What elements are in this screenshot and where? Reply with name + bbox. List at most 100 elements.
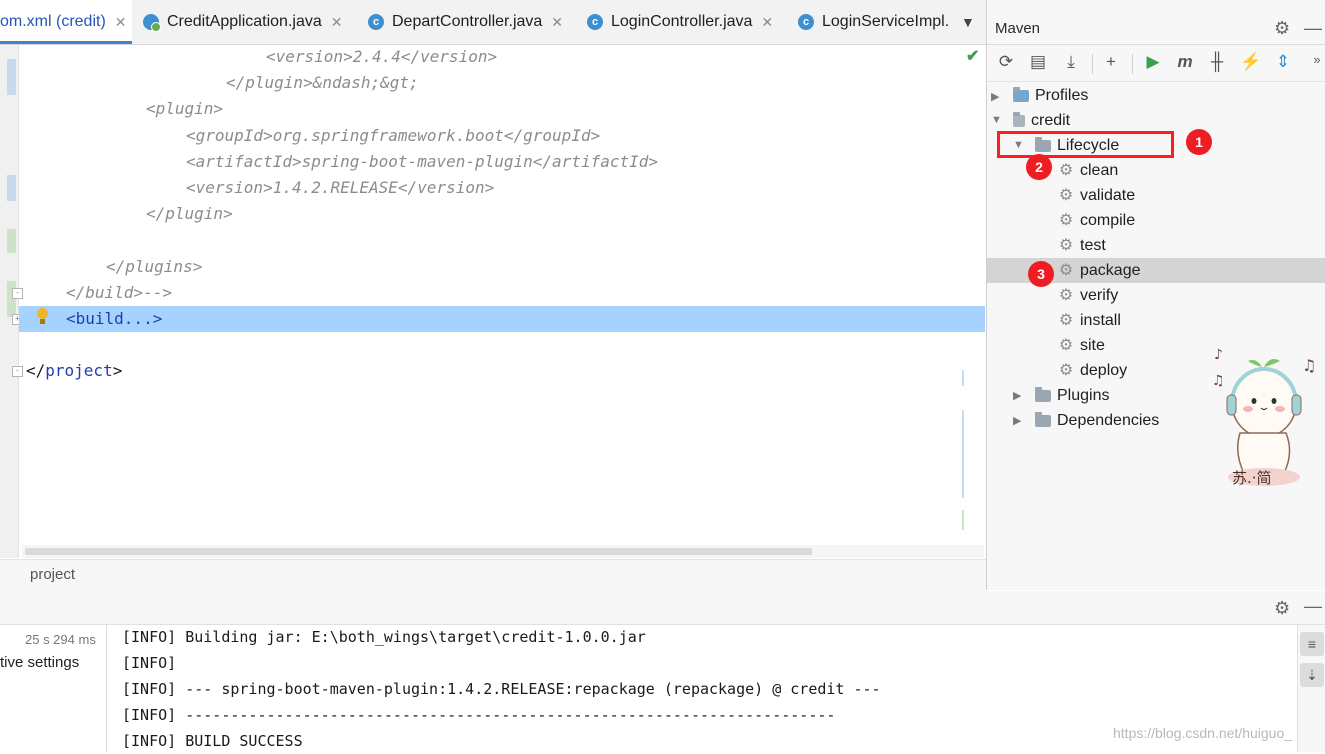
soft-wrap-icon[interactable]: ≡ [1300, 632, 1324, 656]
gear-icon: ⚙ [1058, 337, 1074, 354]
build-duration: 25 s 294 ms [25, 632, 96, 647]
console-line: [INFO] BUILD SUCCESS [122, 732, 303, 750]
sticker-image: ♪ ♫ ♫ 苏.·简 [1210, 345, 1325, 495]
lifecycle-phase-verify[interactable]: ⚙ verify [1058, 283, 1118, 308]
lifecycle-phase-test[interactable]: ⚙ test [1058, 233, 1106, 258]
scroll-marker [962, 370, 964, 386]
lifecycle-phase-package[interactable]: ⚙ package [1058, 258, 1141, 283]
more-actions-icon[interactable]: » [1306, 52, 1325, 67]
minimize-icon[interactable]: — [1304, 596, 1322, 617]
close-icon[interactable]: ✕ [331, 14, 343, 31]
run-icon[interactable]: ▶ [1142, 52, 1164, 72]
collapse-arrow-icon[interactable]: ▼ [991, 114, 1002, 126]
phase-label: site [1080, 337, 1105, 354]
skip-tests-icon[interactable]: ⚡ [1240, 52, 1262, 72]
phase-label: validate [1080, 187, 1136, 204]
svg-text:♫: ♫ [1212, 373, 1225, 389]
lifecycle-phase-clean[interactable]: ⚙ clean [1058, 158, 1118, 183]
vcs-change-marker [7, 175, 16, 201]
add-icon[interactable]: + [1100, 52, 1122, 72]
gear-icon: ⚙ [1058, 212, 1074, 229]
close-icon[interactable]: ✕ [115, 14, 127, 31]
tab-login-service-impl[interactable]: c LoginServiceImpl. [798, 0, 958, 44]
tab-credit-application[interactable]: CreditApplication.java ✕ [143, 0, 353, 44]
watermark-text: https://blog.csdn.net/huiguo_ [1113, 725, 1293, 741]
profiles-icon [1013, 86, 1029, 102]
dependencies-folder-icon [1035, 411, 1051, 427]
console-line: [INFO] Building jar: E:\both_wings\targe… [122, 628, 646, 646]
editor-tab-bar: om.xml (credit) ✕ CreditApplication.java… [0, 0, 986, 45]
lifecycle-phase-deploy[interactable]: ⚙ deploy [1058, 358, 1127, 383]
annotation-highlight-box [997, 131, 1174, 158]
code-line: <groupId>org.springframework.boot</group… [186, 126, 601, 145]
toggle-offline-icon[interactable]: ╫ [1206, 52, 1228, 72]
vcs-change-marker [7, 281, 16, 317]
expand-arrow-icon[interactable]: ▶ [1013, 414, 1021, 427]
gear-icon: ⚙ [1058, 162, 1074, 179]
chevron-down-icon[interactable]: ▼ [961, 14, 975, 30]
close-icon[interactable]: ✕ [761, 14, 773, 31]
svg-text:♫: ♫ [1302, 356, 1316, 375]
tab-depart-controller[interactable]: c DepartController.java ✕ [368, 0, 573, 44]
gear-icon[interactable]: ⚙ [1274, 18, 1290, 39]
code-line: </plugin> [146, 204, 233, 223]
scroll-marker [962, 410, 964, 498]
tree-item-dependencies[interactable]: Dependencies [1035, 408, 1159, 433]
lifecycle-phase-compile[interactable]: ⚙ compile [1058, 208, 1135, 233]
reload-icon[interactable]: ⟳ [995, 52, 1017, 72]
lifecycle-phase-install[interactable]: ⚙ install [1058, 308, 1121, 333]
maven-goal-icon[interactable]: m [1174, 52, 1196, 72]
lightbulb-base [40, 319, 45, 324]
class-c-icon: c [798, 14, 814, 30]
gear-icon[interactable]: ⚙ [1274, 598, 1290, 619]
class-c-icon: c [368, 14, 384, 30]
inspection-ok-icon[interactable]: ✔ [966, 46, 979, 66]
console-line: [INFO] [122, 654, 177, 672]
download-icon[interactable]: ⤓ [1060, 52, 1082, 72]
tab-label: DepartController.java [392, 13, 543, 30]
collapse-all-icon[interactable]: ⇕ [1272, 52, 1294, 72]
tab-pom-xml[interactable]: om.xml (credit) ✕ [0, 0, 132, 44]
tree-item-credit[interactable]: credit [1013, 108, 1070, 133]
minimize-icon[interactable]: — [1304, 18, 1322, 39]
code-line: </project> [26, 361, 123, 380]
phase-label: deploy [1080, 362, 1128, 379]
breadcrumb[interactable]: project [30, 566, 75, 583]
gear-icon: ⚙ [1058, 237, 1074, 254]
expand-arrow-icon[interactable]: ▶ [1013, 389, 1021, 402]
fold-end-icon[interactable]: - [12, 288, 23, 299]
tab-label: om.xml (credit) [0, 13, 106, 30]
expand-arrow-icon[interactable]: ▶ [991, 90, 999, 103]
lightbulb-icon[interactable] [37, 308, 48, 319]
scroll-to-end-icon[interactable]: ⇣ [1300, 663, 1324, 687]
close-icon[interactable]: ✕ [551, 14, 563, 31]
tree-label: Plugins [1057, 387, 1110, 404]
maven-project-icon [1013, 111, 1025, 127]
fold-end-icon[interactable]: - [12, 366, 23, 377]
code-line: </plugin>&ndash;&gt; [226, 73, 419, 92]
tree-label: Dependencies [1057, 412, 1160, 429]
gear-icon: ⚙ [1058, 187, 1074, 204]
gear-icon: ⚙ [1058, 287, 1074, 304]
maven-title: Maven [995, 20, 1041, 37]
tree-item-profiles[interactable]: Profiles [1013, 83, 1088, 108]
svg-text:♪: ♪ [1214, 347, 1223, 363]
run-settings-item[interactable]: tive settings [0, 654, 79, 671]
class-c-icon: c [587, 14, 603, 30]
gear-icon: ⚙ [1058, 362, 1074, 379]
folder-reload-icon[interactable]: ▤ [1027, 52, 1049, 72]
gear-icon: ⚙ [1058, 262, 1074, 279]
plugins-folder-icon [1035, 386, 1051, 402]
lifecycle-phase-site[interactable]: ⚙ site [1058, 333, 1105, 358]
gear-icon: ⚙ [1058, 312, 1074, 329]
horizontal-scrollbar[interactable] [25, 548, 812, 555]
code-line: <version>1.4.2.RELEASE</version> [186, 178, 495, 197]
lifecycle-phase-validate[interactable]: ⚙ validate [1058, 183, 1135, 208]
console-line: [INFO] ---------------------------------… [122, 706, 836, 724]
annotation-badge-3: 3 [1028, 261, 1054, 287]
tab-login-controller[interactable]: c LoginController.java ✕ [587, 0, 787, 44]
vcs-change-marker [7, 229, 16, 253]
tree-label: Profiles [1035, 87, 1089, 104]
tree-item-plugins[interactable]: Plugins [1035, 383, 1109, 408]
editor-gutter [0, 45, 19, 558]
